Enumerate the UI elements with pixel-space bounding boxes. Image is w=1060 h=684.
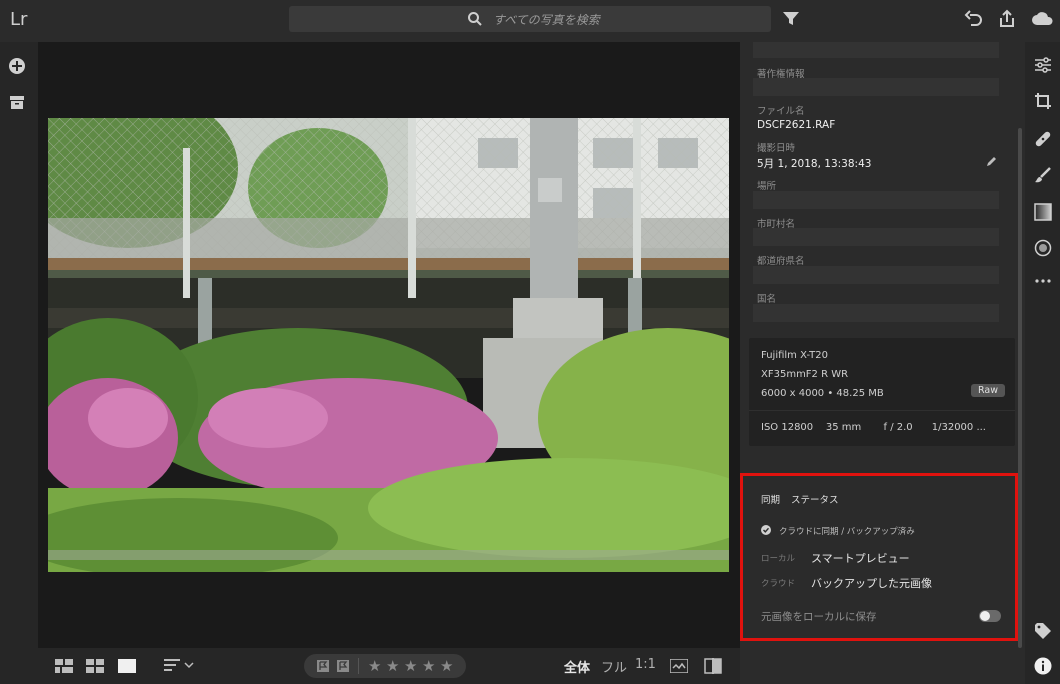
app-logo[interactable]: Lr: [10, 9, 27, 30]
cloud-label: クラウド: [761, 579, 796, 589]
brush-icon[interactable]: [1034, 166, 1052, 184]
camera-model: Fujifilm X-T20: [761, 350, 828, 361]
more-icon[interactable]: [1034, 272, 1052, 290]
bottom-toolbar: ★ ★ ★ ★ ★ 全体 フル 1:1: [38, 648, 740, 684]
city-field[interactable]: [753, 228, 999, 246]
country-field[interactable]: [753, 304, 999, 322]
zoom-1to1-button[interactable]: 1:1: [635, 657, 656, 672]
star-1[interactable]: ★: [368, 657, 381, 675]
cloud-value: バックアップした元画像: [811, 577, 932, 590]
left-rail: [0, 42, 38, 684]
save-local-toggle[interactable]: [979, 610, 1001, 622]
detail-view-icon[interactable]: [118, 659, 136, 673]
zoom-full-button[interactable]: フル: [601, 657, 627, 676]
country-label: 国名: [757, 294, 777, 305]
grid-icon[interactable]: [86, 659, 104, 673]
local-value: スマートプレビュー: [811, 552, 910, 565]
edit-sliders-icon[interactable]: [1034, 56, 1052, 74]
add-icon[interactable]: [8, 57, 26, 75]
filter-icon[interactable]: [782, 11, 800, 27]
compare-icon[interactable]: [670, 659, 688, 673]
capture-date-label: 撮影日時: [757, 143, 796, 154]
filename-value: DSCF2621.RAF: [757, 119, 836, 131]
flag-rating-pill: ★ ★ ★ ★ ★: [304, 654, 466, 678]
camera-info-card: Fujifilm X-T20 XF35mmF2 R WR 6000 x 4000…: [749, 338, 1015, 446]
filename-label: ファイル名: [757, 106, 805, 117]
local-label: ローカル: [761, 554, 796, 564]
pick-flag-icon[interactable]: [316, 659, 330, 673]
toggle-knob: [980, 611, 990, 621]
library-icon[interactable]: [8, 93, 26, 111]
sync-status-label: ステータス: [791, 495, 839, 506]
photo-viewer: [38, 42, 740, 648]
reject-flag-icon[interactable]: [336, 659, 350, 673]
state-field[interactable]: [753, 266, 999, 284]
square-grid-icon[interactable]: [55, 659, 73, 673]
star-5[interactable]: ★: [440, 657, 453, 675]
raw-badge: Raw: [971, 384, 1005, 397]
exposure-info: ISO 12800 35 mm f / 2.0 1/32000 ...: [761, 422, 986, 433]
radial-gradient-icon[interactable]: [1034, 239, 1052, 257]
sync-title: 同期: [761, 495, 781, 506]
before-after-icon[interactable]: [704, 658, 722, 674]
right-rail: [1025, 42, 1060, 684]
search-icon: [468, 12, 482, 26]
state-label: 都道府県名: [757, 256, 805, 267]
photo-image: [48, 118, 729, 572]
save-local-label: 元画像をローカルに保存: [761, 611, 877, 623]
capture-date-value: 5月 1, 2018, 13:38:43: [757, 158, 872, 170]
linear-gradient-icon[interactable]: [1034, 203, 1052, 221]
location-label: 場所: [757, 181, 777, 192]
lens-model: XF35mmF2 R WR: [761, 369, 849, 380]
copyright-field[interactable]: [753, 78, 999, 96]
sort-icon[interactable]: [164, 659, 194, 673]
divider: [358, 658, 359, 674]
field-box[interactable]: [753, 42, 999, 58]
check-circle-icon: [761, 525, 771, 535]
star-4[interactable]: ★: [422, 657, 435, 675]
zoom-fit-button[interactable]: 全体: [564, 657, 590, 676]
search-placeholder[interactable]: すべての写真を検索: [493, 11, 600, 28]
star-2[interactable]: ★: [386, 657, 399, 675]
cloud-icon[interactable]: [1031, 9, 1055, 29]
divider: [749, 410, 1015, 411]
photo[interactable]: [48, 118, 729, 572]
undo-icon[interactable]: [964, 9, 984, 29]
image-dimensions: 6000 x 4000 • 48.25 MB: [761, 388, 884, 399]
location-field[interactable]: [753, 191, 999, 209]
cloud-sync-status: クラウドに同期 / バックアップ済み: [779, 527, 915, 537]
healing-icon[interactable]: [1034, 130, 1052, 148]
share-icon[interactable]: [997, 9, 1017, 29]
crop-icon[interactable]: [1034, 92, 1052, 110]
search-bar[interactable]: すべての写真を検索: [289, 6, 771, 32]
tag-icon[interactable]: [1034, 622, 1052, 640]
star-3[interactable]: ★: [404, 657, 417, 675]
pencil-icon[interactable]: [985, 155, 998, 168]
info-icon[interactable]: [1034, 657, 1052, 675]
top-bar: Lr すべての写真を検索: [0, 0, 1060, 42]
sync-status-section: 同期 ステータス クラウドに同期 / バックアップ済み ローカル スマートプレビ…: [740, 473, 1018, 641]
panel-scrollbar[interactable]: [1018, 128, 1022, 648]
